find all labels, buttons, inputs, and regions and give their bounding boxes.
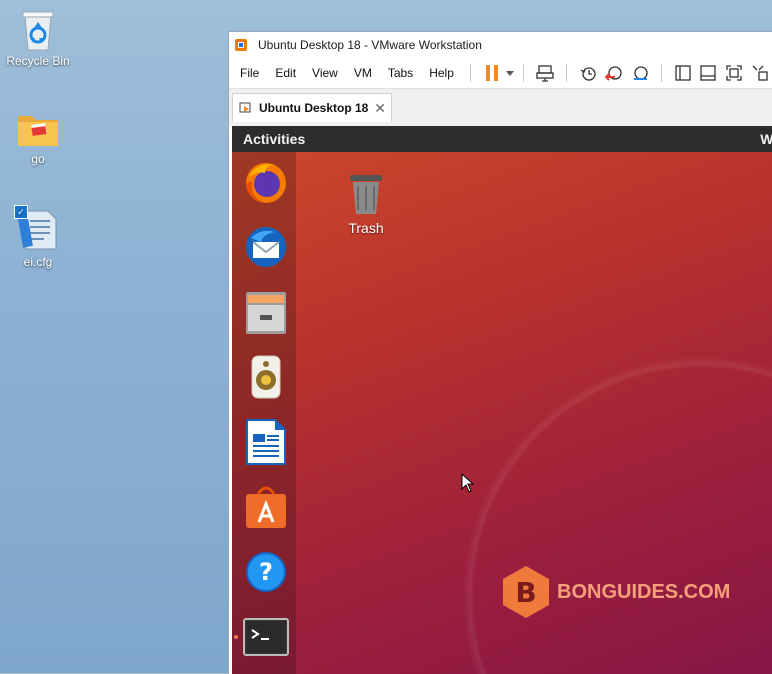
activities-button[interactable]: Activities [232,131,305,147]
console-view-icon[interactable] [698,62,718,84]
send-ctrl-alt-del-icon[interactable] [535,62,555,84]
pause-icon[interactable] [482,62,502,84]
rhythmbox-icon[interactable] [242,353,290,401]
toolbar-separator [523,64,525,82]
snapshot-manager-icon[interactable] [630,62,650,84]
fullscreen-icon[interactable] [724,62,744,84]
tab-strip: Ubuntu Desktop 18 ✕ [229,88,772,127]
revert-snapshot-icon[interactable] [604,62,624,84]
menu-help[interactable]: Help [421,66,462,80]
files-icon[interactable] [242,288,290,336]
help-icon[interactable]: ? [242,548,290,596]
bonguides-logo-icon: B [503,566,549,618]
title-bar[interactable]: Ubuntu Desktop 18 - VMware Workstation [229,32,772,58]
sidebar-view-icon[interactable] [673,62,693,84]
vmware-app-icon [235,39,247,51]
thunderbird-icon[interactable] [242,223,290,271]
vmware-window[interactable]: Ubuntu Desktop 18 - VMware Workstation F… [228,31,772,674]
dock: ? [232,152,296,674]
watermark-text: BONGUIDES.COM [557,580,731,603]
tab-ubuntu-desktop-18[interactable]: Ubuntu Desktop 18 ✕ [232,93,392,122]
trash-desktop-icon[interactable]: Trash [336,171,396,236]
running-indicator [234,635,238,639]
checkbox-icon[interactable]: ✓ [14,205,28,219]
desktop-icon-go[interactable]: go [3,110,73,166]
svg-text:B: B [515,576,536,609]
vm-tab-icon [239,102,251,113]
toolbar-separator [660,64,662,82]
guest-screen[interactable]: Activities We [232,126,772,674]
menu-edit[interactable]: Edit [267,66,304,80]
watermark: B BONGUIDES.COM [501,564,730,620]
desktop-icon-recycle-bin[interactable]: Recycle Bin [3,8,73,68]
close-icon[interactable]: ✕ [374,100,386,117]
desktop-icon-label: Recycle Bin [6,54,70,68]
tab-label: Ubuntu Desktop 18 [259,101,369,115]
menu-file[interactable]: File [229,66,267,80]
folder-icon [16,110,60,150]
dropdown-arrow-icon[interactable] [505,62,516,84]
recycle-bin-icon [19,8,57,52]
menu-view[interactable]: View [304,66,346,80]
toolbar-separator [469,64,471,82]
trash-label: Trash [348,220,384,236]
clock[interactable]: We [760,131,772,147]
menu-tabs[interactable]: Tabs [380,66,421,80]
menu-vm[interactable]: VM [346,66,380,80]
svg-text:?: ? [259,558,273,586]
gnome-top-bar: Activities We [232,126,772,152]
menu-bar: File Edit View VM Tabs Help [229,58,772,88]
text-file-icon: ✓ [14,205,62,253]
window-title: Ubuntu Desktop 18 - VMware Workstation [258,38,482,52]
libreoffice-writer-icon[interactable] [242,418,290,466]
desktop-icon-label: ei.cfg [23,255,53,269]
firefox-icon[interactable] [242,158,290,206]
toolbar-separator [566,64,568,82]
snapshot-icon[interactable] [578,62,598,84]
desktop-icon-ei-cfg[interactable]: ✓ ei.cfg [3,205,73,269]
trash-icon [350,175,382,214]
terminal-icon[interactable] [242,613,290,661]
mouse-cursor-icon [461,472,475,498]
unity-icon[interactable] [750,62,770,84]
desktop-icon-label: go [31,152,45,166]
ubuntu-software-icon[interactable] [242,483,290,531]
